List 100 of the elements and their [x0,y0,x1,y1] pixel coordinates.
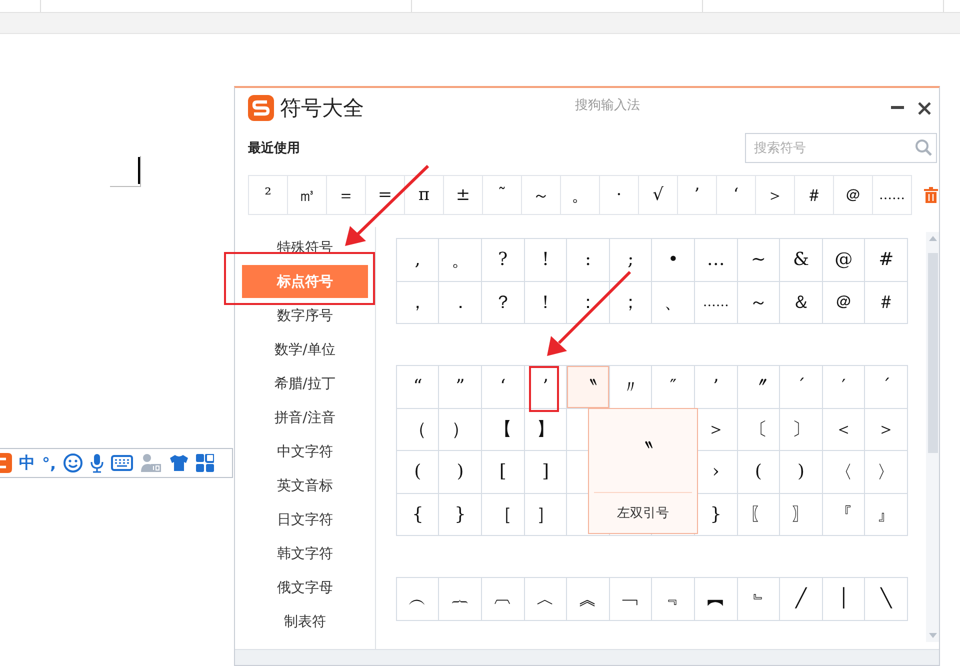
symbol-cell[interactable]: ） [439,408,482,450]
smiley-icon[interactable] [63,453,84,473]
symbol-cell[interactable]: 【 [482,408,524,450]
symbol-cell[interactable]: 『 [822,494,864,535]
recent-symbol[interactable]: 。 [561,176,599,214]
minimize-icon[interactable] [891,106,904,110]
trash-icon[interactable] [924,187,938,203]
symbol-cell[interactable]: & [780,239,822,280]
symbol-cell[interactable]: ． [439,282,482,323]
symbol-cell[interactable]: ︹ [482,578,524,620]
grid-icon[interactable] [196,454,214,472]
close-icon[interactable] [918,102,931,114]
symbol-cell[interactable]: ［ [482,494,524,535]
symbol-cell[interactable]: ； [610,282,652,323]
symbol-cell[interactable]: 』 [865,494,907,535]
recent-symbol[interactable]: …… [873,176,911,214]
symbol-cell[interactable]: … [695,239,737,280]
symbol-cell[interactable]: ＞ [695,408,737,450]
symbol-cell[interactable]: } [439,494,482,535]
symbol-cell[interactable]: ， [396,282,438,323]
category-tab[interactable]: 英文音标 [242,469,368,502]
symbol-cell[interactable]: …… [695,282,737,323]
symbol-cell[interactable]: ︷ [439,578,482,620]
recent-symbol[interactable]: ’ [678,176,716,214]
symbol-cell[interactable]: ＞ [865,408,907,450]
symbol-cell[interactable]: 】 [524,408,566,450]
recent-symbol[interactable]: ± [444,176,482,214]
symbol-cell[interactable]: ］ [524,494,566,535]
symbol-cell[interactable]: › [695,451,737,492]
recent-symbol[interactable]: ² [249,176,287,214]
category-tab[interactable]: 希腊/拉丁 [242,367,368,400]
symbol-cell[interactable]: } [695,494,737,535]
symbol-cell[interactable]: ″ [652,366,694,408]
symbol-cell[interactable]: 〕 [780,408,822,450]
recent-symbol[interactable]: ～ [522,176,560,214]
symbol-cell[interactable]: ︻ [695,578,737,620]
symbol-cell[interactable]: 〔 [738,408,780,450]
symbol-cell[interactable]: ‘ [482,366,524,408]
recent-symbol[interactable]: ˜ [483,176,521,214]
symbol-cell[interactable]: ? [482,239,524,280]
recent-symbol[interactable]: ＃ [795,176,833,214]
symbol-cell[interactable]: ： [567,282,609,323]
category-tab[interactable]: 中文字符 [242,435,368,468]
symbol-cell[interactable]: 〗 [780,494,822,535]
symbol-cell[interactable]: : [567,239,609,280]
symbol-cell[interactable]: ﹁ [610,578,652,620]
symbol-cell[interactable]: “ [396,366,438,408]
symbol-cell[interactable]: 〃 [610,366,652,408]
symbol-cell[interactable]: ( [738,451,780,492]
symbol-cell[interactable]: ) [439,451,482,492]
symbol-cell[interactable]: 、 [652,282,694,323]
symbol-cell[interactable]: { [396,494,438,535]
symbol-cell[interactable]: ’ [695,366,737,408]
category-tab[interactable]: 拼音/注音 [242,401,368,434]
category-tab[interactable]: 数学/单位 [242,333,368,366]
symbol-cell[interactable]: ＜ [822,408,864,450]
symbol-cell[interactable]: ︵ [396,578,438,620]
recent-symbol[interactable]: √ [639,176,677,214]
symbol-cell[interactable]: • [652,239,694,280]
symbol-cell[interactable]: 。 [439,239,482,280]
category-tab[interactable]: 俄文字母 [242,571,368,604]
symbol-cell[interactable]: ” [439,366,482,408]
category-tab[interactable]: 制表符 [242,605,368,638]
recent-symbol[interactable]: = [366,176,404,214]
symbol-cell[interactable]: ︿ [524,578,566,620]
recent-symbol[interactable]: π [405,176,443,214]
symbol-cell[interactable]: 〈 [822,451,864,492]
symbol-cell[interactable]: # [865,239,907,280]
recent-symbol[interactable]: ‘ [717,176,755,214]
symbol-cell[interactable]: ﹄ [738,578,780,620]
symbol-cell[interactable]: ( [396,451,438,492]
symbol-cell[interactable]: ╲ [865,578,907,620]
symbol-cell[interactable]: [ [482,451,524,492]
shirt-icon[interactable] [169,454,190,472]
symbol-cell[interactable]: ？ [482,282,524,323]
recent-symbol[interactable]: ＠ [834,176,872,214]
mode-toggle[interactable]: 中 [19,452,35,474]
category-tab[interactable]: 韩文字符 [242,537,368,570]
symbol-cell[interactable]: ! [524,239,566,280]
recent-symbol[interactable]: ＝ [327,176,365,214]
recent-symbol[interactable]: · [600,176,638,214]
symbol-cell[interactable]: ＠ [822,282,864,323]
recent-symbol[interactable]: ＞ [756,176,794,214]
symbol-cell[interactable]: ﹃ [652,578,694,620]
keyboard-icon[interactable] [111,455,134,471]
category-tab[interactable]: 日文字符 [242,503,368,536]
symbol-cell[interactable]: ~ [738,239,780,280]
symbol-cell[interactable]: 〖 [738,494,780,535]
symbol-cell[interactable]: ) [780,451,822,492]
symbol-cell[interactable]: ＃ [865,282,907,323]
symbol-cell[interactable]: ＆ [780,282,822,323]
punctuation-toggle[interactable]: °, [42,454,56,472]
symbol-cell[interactable]: 〞 [738,366,780,408]
symbol-cell[interactable]: 〉 [865,451,907,492]
search-field[interactable]: 搜索符号 [745,133,937,163]
symbol-cell[interactable]: ！ [524,282,566,323]
symbol-cell[interactable]: │ [822,578,864,620]
logo-icon[interactable] [0,451,12,475]
recent-symbol[interactable]: ㎥ [288,176,326,214]
symbol-cell[interactable]: ] [524,451,566,492]
